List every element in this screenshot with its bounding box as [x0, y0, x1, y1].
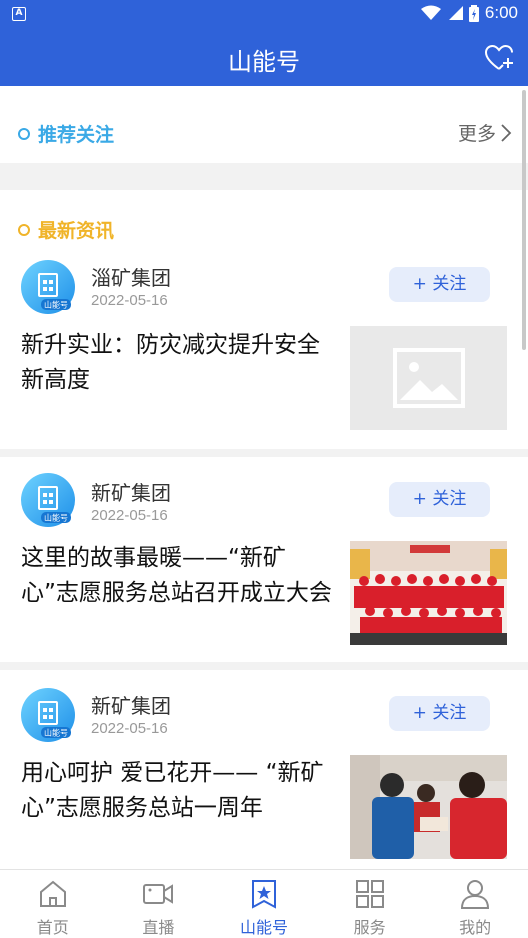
source-avatar: 山能号 [21, 688, 75, 742]
news-thumbnail[interactable] [350, 755, 507, 859]
tab-label: 直播 [142, 918, 175, 937]
source-avatar: 山能号 [21, 260, 75, 314]
news-card[interactable]: 山能号 淄矿集团 2022-05-16 + 关注 新升实业：防灾减灾提升安全新高… [0, 252, 528, 449]
follow-button[interactable]: + 关注 [389, 267, 490, 302]
svg-text:山能号: 山能号 [44, 300, 68, 310]
follow-button[interactable]: + 关注 [389, 696, 490, 731]
news-thumbnail[interactable] [350, 541, 507, 645]
image-placeholder-icon[interactable] [350, 326, 507, 430]
circle-icon [18, 223, 30, 236]
home-icon [39, 880, 66, 907]
news-headline[interactable]: 新升实业：防灾减灾提升安全新高度 [21, 328, 337, 398]
source-name: 新矿集团 [91, 694, 171, 718]
news-card[interactable]: 山能号 新矿集团 2022-05-16 + 关注 用心呵护 爱已花开—— “新矿… [0, 670, 528, 870]
news-card[interactable]: 山能号 新矿集团 2022-05-16 + 关注 这里的故事最暖——“新矿心”志… [0, 457, 528, 662]
tab-label: 服务 [353, 918, 386, 937]
chevron-right-icon [501, 123, 512, 142]
battery-icon [468, 4, 479, 22]
tab-live[interactable]: 直播 [106, 870, 212, 938]
follow-button[interactable]: + 关注 [389, 482, 490, 517]
page-title: 山能号 [228, 48, 300, 76]
recommend-header: 推荐关注 [18, 120, 114, 147]
bottom-tab-bar: 首页 直播 山能号 服务 我的 [0, 869, 528, 938]
tab-label: 山能号 [239, 918, 288, 937]
source-name: 淄矿集团 [91, 266, 171, 290]
signal-icon [448, 6, 463, 20]
system-icons: 6:00 [420, 3, 518, 23]
app-bar: 山能号 [0, 28, 528, 86]
svg-text:山能号: 山能号 [44, 728, 68, 738]
grid-icon [355, 880, 384, 908]
tab-label: 首页 [36, 918, 69, 937]
tab-mine[interactable]: 我的 [422, 870, 528, 938]
svg-text:山能号: 山能号 [44, 513, 68, 523]
source-name: 新矿集团 [91, 481, 171, 505]
source-avatar: 山能号 [21, 473, 75, 527]
tab-shanneng[interactable]: 山能号 [211, 870, 317, 938]
heart-add-icon[interactable] [484, 44, 514, 72]
wifi-icon [420, 5, 441, 20]
notification-icon: A [12, 7, 26, 21]
latest-title: 最新资讯 [38, 220, 115, 242]
tab-services[interactable]: 服务 [317, 870, 423, 938]
status-bar: A 6:00 [0, 0, 528, 28]
publish-date: 2022-05-16 [91, 720, 168, 737]
more-link[interactable]: 更多 [458, 119, 512, 146]
latest-section-header: 最新资讯 [0, 190, 528, 252]
publish-date: 2022-05-16 [91, 292, 168, 309]
tab-label: 我的 [459, 918, 492, 937]
circle-icon [18, 127, 30, 140]
news-headline[interactable]: 这里的故事最暖——“新矿心”志愿服务总站召开成立大会 [21, 541, 337, 611]
scrollbar[interactable] [522, 90, 526, 350]
publish-date: 2022-05-16 [91, 507, 168, 524]
news-headline[interactable]: 用心呵护 爱已花开—— “新矿心”志愿服务总站一周年 [21, 756, 337, 826]
video-camera-icon [143, 884, 174, 904]
recommend-section: 推荐关注 更多 [0, 86, 528, 163]
more-label: 更多 [457, 123, 496, 145]
recommend-title: 推荐关注 [38, 124, 115, 146]
latest-header: 最新资讯 [18, 216, 114, 243]
clock: 6:00 [484, 3, 518, 22]
star-badge-icon [251, 880, 276, 909]
tab-home[interactable]: 首页 [0, 870, 106, 938]
user-icon [461, 880, 490, 909]
